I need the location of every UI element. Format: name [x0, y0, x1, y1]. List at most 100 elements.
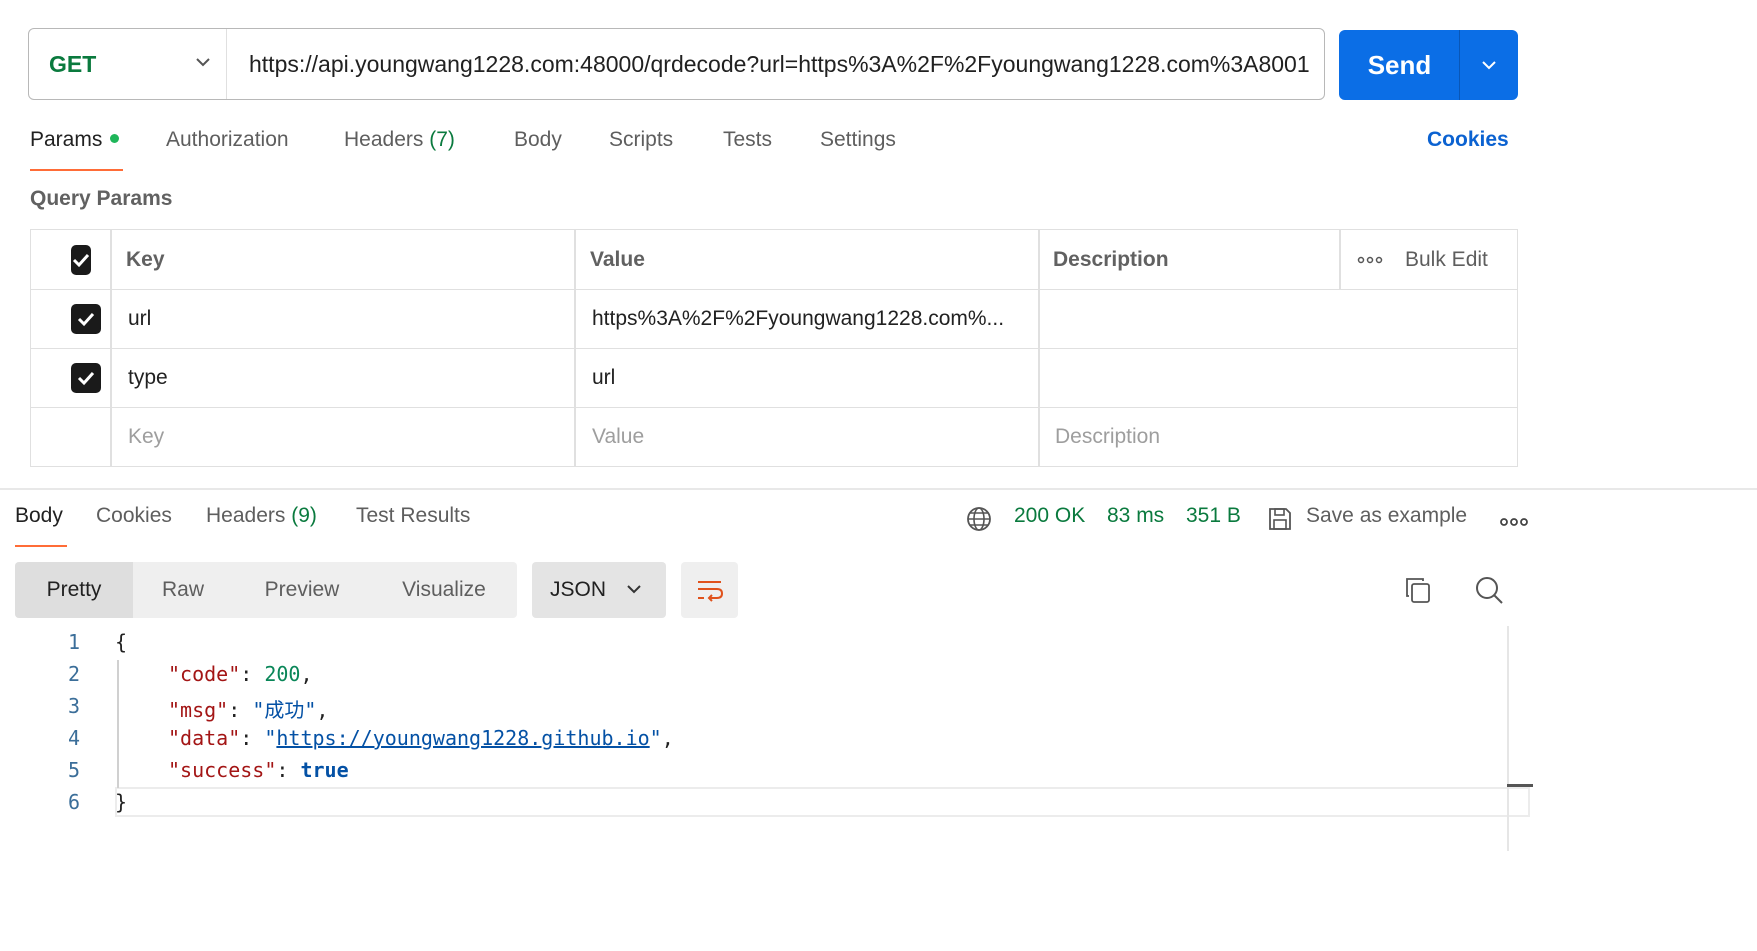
- view-visualize[interactable]: Visualize: [371, 562, 517, 618]
- json-number: 200: [264, 662, 301, 686]
- json-key: "success": [168, 758, 277, 782]
- section-divider: [0, 488, 1757, 490]
- view-mode-bar: Pretty Raw Preview Visualize: [15, 562, 517, 618]
- json-string: "成功": [252, 698, 317, 722]
- code-line: }: [115, 790, 128, 814]
- select-all-cell: [71, 230, 91, 289]
- tab-settings[interactable]: Settings: [820, 128, 896, 160]
- url-input[interactable]: https://api.youngwang1228.com:48000/qrde…: [249, 29, 1310, 99]
- chevron-down-icon: [1482, 61, 1496, 70]
- response-tab-body[interactable]: Body: [15, 504, 63, 528]
- format-select[interactable]: JSON: [532, 562, 666, 618]
- chevron-down-icon: [196, 58, 210, 67]
- format-label: JSON: [550, 578, 607, 601]
- param-key[interactable]: type: [128, 349, 168, 407]
- header-key: Key: [126, 247, 165, 271]
- table-header-row: Key Value Description Bulk Edit: [31, 230, 1517, 290]
- line-number: 6: [67, 790, 80, 814]
- new-value-input[interactable]: Value: [592, 408, 644, 466]
- code-line: "code": 200,: [168, 662, 313, 686]
- wrap-lines-button[interactable]: [681, 562, 738, 618]
- response-more-button[interactable]: [1500, 514, 1528, 532]
- line-number: 5: [67, 758, 80, 782]
- chevron-down-icon: [627, 585, 641, 594]
- send-dropdown-button[interactable]: [1460, 30, 1518, 100]
- wrap-lines-icon: [697, 581, 723, 602]
- view-raw[interactable]: Raw: [133, 562, 233, 618]
- checkmark-icon: [77, 312, 95, 327]
- status-code[interactable]: 200 OK: [1014, 504, 1085, 528]
- send-button[interactable]: Send: [1339, 30, 1460, 100]
- checkmark-icon: [77, 371, 95, 386]
- json-boolean: true: [300, 758, 349, 782]
- param-value[interactable]: url: [592, 349, 615, 407]
- code-line: "success": true: [168, 758, 349, 782]
- new-description-input[interactable]: Description: [1055, 408, 1160, 466]
- tab-headers-count: (7): [429, 128, 455, 151]
- method-select[interactable]: GET: [29, 29, 227, 99]
- table-row: type url: [31, 349, 1517, 408]
- code-line: "data": "https://youngwang1228.github.io…: [168, 726, 674, 750]
- row-checkbox[interactable]: [71, 363, 101, 393]
- params-active-dot: [110, 133, 120, 143]
- query-params-table: Key Value Description Bulk Edit url http…: [30, 229, 1518, 467]
- code-line: "msg": "成功",: [168, 698, 329, 722]
- json-key: "code": [168, 662, 241, 686]
- row-checkbox-cell: [71, 290, 101, 348]
- copy-icon[interactable]: [1403, 575, 1433, 610]
- active-response-tab-indicator: [15, 545, 67, 547]
- row-checkbox-cell: [71, 349, 101, 407]
- json-link[interactable]: https://youngwang1228.github.io: [276, 726, 649, 750]
- query-params-title: Query Params: [30, 187, 173, 210]
- view-preview[interactable]: Preview: [233, 562, 371, 618]
- response-time[interactable]: 83 ms: [1107, 504, 1164, 528]
- json-key: "msg": [168, 698, 229, 722]
- table-row-new: Key Value Description: [31, 408, 1517, 466]
- more-horizontal-icon: [1357, 256, 1383, 263]
- row-checkbox[interactable]: [71, 304, 101, 334]
- tab-headers-label: Headers: [344, 128, 424, 151]
- search-icon[interactable]: [1474, 575, 1504, 610]
- cookies-link[interactable]: Cookies: [1427, 128, 1509, 152]
- response-tab-test-results[interactable]: Test Results: [356, 504, 470, 528]
- active-tab-indicator: [30, 169, 123, 171]
- response-tab-cookies[interactable]: Cookies: [96, 504, 172, 528]
- param-value[interactable]: https%3A%2F%2Fyoungwang1228.com%...: [592, 290, 1004, 348]
- view-pretty[interactable]: Pretty: [15, 562, 133, 618]
- globe-icon[interactable]: [965, 505, 993, 538]
- select-all-checkbox[interactable]: [71, 244, 91, 275]
- line-number: 3: [67, 694, 80, 718]
- header-description: Description: [1053, 247, 1169, 271]
- editor-scrollbar[interactable]: [1507, 626, 1509, 851]
- current-line-highlight: [115, 787, 1530, 817]
- send-button-group: Send: [1339, 30, 1518, 100]
- response-size[interactable]: 351 B: [1186, 504, 1241, 528]
- json-key: "data": [168, 726, 241, 750]
- more-options-button[interactable]: [1357, 230, 1383, 289]
- indent-guide: [117, 660, 119, 788]
- tab-params[interactable]: Params: [30, 128, 120, 160]
- response-tab-headers[interactable]: Headers (9): [206, 504, 317, 528]
- tab-authorization[interactable]: Authorization: [166, 128, 289, 160]
- new-key-input[interactable]: Key: [128, 408, 164, 466]
- tab-scripts[interactable]: Scripts: [609, 128, 673, 160]
- tab-params-label: Params: [30, 128, 103, 151]
- line-number: 4: [67, 726, 80, 750]
- bulk-edit-button[interactable]: Bulk Edit: [1405, 230, 1488, 289]
- save-icon[interactable]: [1266, 505, 1294, 538]
- editor-scrollbar-thumb[interactable]: [1507, 784, 1533, 787]
- checkmark-icon: [72, 253, 90, 267]
- param-key[interactable]: url: [128, 290, 151, 348]
- tab-tests[interactable]: Tests: [723, 128, 772, 160]
- line-number: 1: [67, 630, 80, 654]
- table-row: url https%3A%2F%2Fyoungwang1228.com%...: [31, 290, 1517, 349]
- url-bar: GET https://api.youngwang1228.com:48000/…: [28, 28, 1325, 100]
- method-label: GET: [49, 50, 97, 77]
- tab-body[interactable]: Body: [514, 128, 562, 160]
- more-horizontal-icon: [1500, 518, 1528, 526]
- code-line: {: [115, 630, 128, 654]
- response-tab-headers-count: (9): [291, 504, 317, 527]
- tab-headers[interactable]: Headers (7): [344, 128, 455, 160]
- column-divider: [1339, 230, 1341, 289]
- save-as-example-button[interactable]: Save as example: [1306, 504, 1467, 528]
